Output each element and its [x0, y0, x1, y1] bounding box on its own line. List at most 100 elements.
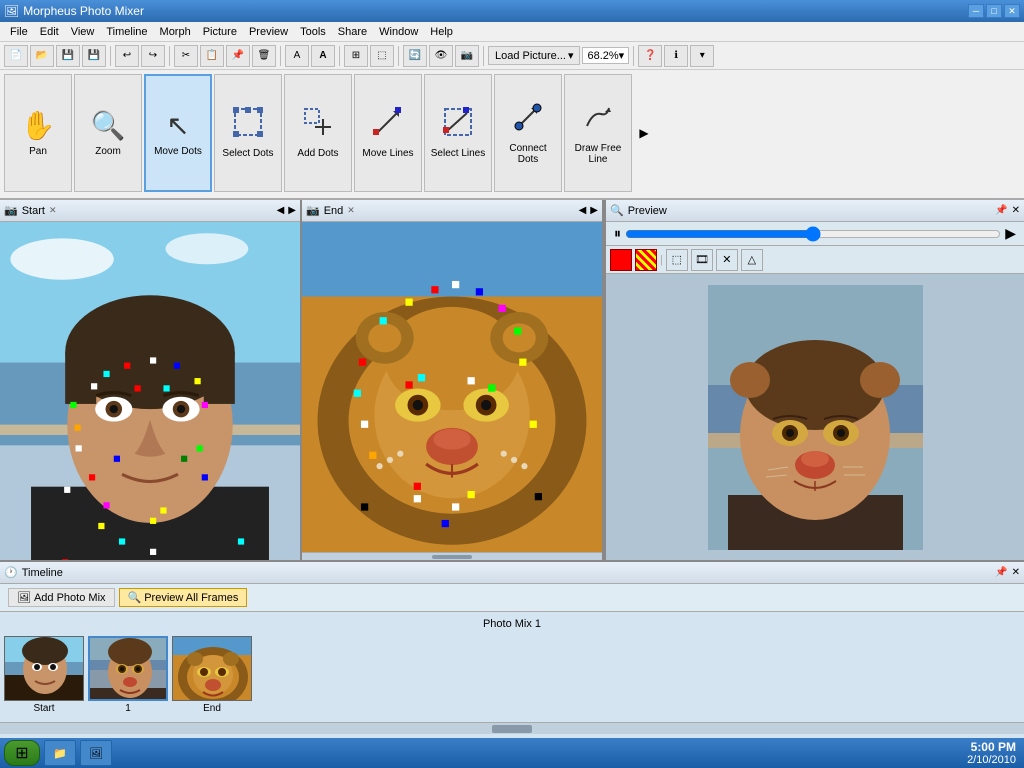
menu-file[interactable]: File — [4, 24, 34, 40]
start-button[interactable]: ⊞ — [4, 740, 40, 766]
end-panel-header: 📷 End ✕ ◀ ▶ — [302, 200, 602, 222]
zoom-value: 68.2% — [587, 50, 618, 62]
paste-button[interactable]: 📌 — [226, 45, 250, 67]
start-panel-prev[interactable]: ◀ — [277, 205, 285, 216]
preview-color-red[interactable] — [610, 249, 632, 271]
select-dots-tool-button[interactable]: Select Dots — [214, 74, 282, 192]
zoom-icon: 🔍 — [91, 109, 126, 142]
redo-button[interactable]: ↪ — [141, 45, 165, 67]
morpheus-taskbar-button[interactable]: 🖼 — [80, 740, 112, 766]
extra-button[interactable]: ▾ — [690, 45, 714, 67]
close-button[interactable]: ✕ — [1004, 4, 1020, 18]
cut-button[interactable]: ✂ — [174, 45, 198, 67]
preview-color-pattern[interactable] — [635, 249, 657, 271]
add-dots-tool-button[interactable]: Add Dots — [284, 74, 352, 192]
move-lines-tool-button[interactable]: Move Lines — [354, 74, 422, 192]
toolbar1: 📄 📂 💾 💾 ↩ ↪ ✂ 📋 📌 🗑 A A ⊞ ⬚ 🔄 👁 📷 Load P… — [0, 42, 1024, 70]
open-button[interactable]: 📂 — [30, 45, 54, 67]
separator-1 — [110, 46, 111, 66]
preview-slider[interactable] — [625, 226, 1001, 242]
end-panel-scroll-thumb[interactable] — [432, 555, 472, 559]
save-as-button[interactable]: 💾 — [82, 45, 106, 67]
preview-play-icon[interactable]: ⏸ — [614, 225, 621, 242]
title-controls: ─ □ ✕ — [968, 4, 1020, 18]
zoom-dropdown-icon[interactable]: ▾ — [619, 49, 625, 62]
move-dots-tool-button[interactable]: ↖ Move Dots — [144, 74, 212, 192]
zoom-label: Zoom — [95, 146, 121, 157]
info-button[interactable]: ℹ — [664, 45, 688, 67]
preview-all-frames-button[interactable]: 🔍 Preview All Frames — [119, 588, 248, 607]
new-button[interactable]: 📄 — [4, 45, 28, 67]
zoom-tool-button[interactable]: 🔍 Zoom — [74, 74, 142, 192]
timeline-close-button[interactable]: ✕ — [1012, 567, 1020, 578]
preview-separator-icon: | — [660, 254, 663, 266]
minimize-button[interactable]: ─ — [968, 4, 984, 18]
delete-button[interactable]: 🗑 — [252, 45, 276, 67]
end-panel-next[interactable]: ▶ — [590, 205, 598, 216]
maximize-button[interactable]: □ — [986, 4, 1002, 18]
load-picture-button[interactable]: Load Picture... ▾ — [488, 46, 580, 65]
end-panel-scrollbar[interactable] — [302, 552, 602, 560]
preview-pin-button[interactable]: 📌 — [995, 205, 1007, 216]
menu-tools[interactable]: Tools — [294, 24, 332, 40]
timeline-scrollbar[interactable] — [0, 722, 1024, 734]
timeline-header: 🕐 Timeline 📌 ✕ — [0, 562, 1024, 584]
select-all-button[interactable]: ⬚ — [370, 45, 394, 67]
connect-dots-tool-button[interactable]: Connect Dots — [494, 74, 562, 192]
file-explorer-button[interactable]: 📁 — [44, 740, 76, 766]
frame-start-thumb[interactable] — [4, 636, 84, 701]
camera-button[interactable]: 📷 — [455, 45, 479, 67]
pan-icon: ✋ — [21, 109, 56, 142]
timeline-toolbar: 🖼 Add Photo Mix 🔍 Preview All Frames — [0, 584, 1024, 612]
windows-logo: ⊞ — [15, 743, 28, 763]
menu-edit[interactable]: Edit — [34, 24, 65, 40]
eye-button[interactable]: 👁 — [429, 45, 453, 67]
preview-title: Preview — [628, 205, 667, 217]
preview-film-icon[interactable]: 🎞 — [691, 249, 713, 271]
start-panel-next[interactable]: ▶ — [288, 205, 296, 216]
preview-play-forward-icon[interactable]: ▶ — [1005, 225, 1016, 242]
preview-delete-icon[interactable]: ✕ — [716, 249, 738, 271]
menu-share[interactable]: Share — [332, 24, 373, 40]
end-panel-prev[interactable]: ◀ — [579, 205, 587, 216]
select-lines-icon — [443, 107, 473, 144]
preview-close-button[interactable]: ✕ — [1012, 205, 1020, 216]
preview-panel: 🔍 Preview 📌 ✕ ⏸ ▶ | ⬚ 🎞 ✕ △ — [604, 200, 1024, 560]
clock-time: 5:00 PM — [971, 740, 1016, 754]
preview-frame-icon[interactable]: ⬚ — [666, 249, 688, 271]
copy-button[interactable]: 📋 — [200, 45, 224, 67]
zoom-display: 68.2% ▾ — [582, 47, 629, 64]
add-photo-mix-button[interactable]: 🖼 Add Photo Mix — [8, 588, 115, 607]
frame-end-thumb[interactable] — [172, 636, 252, 701]
menu-morph[interactable]: Morph — [154, 24, 197, 40]
end-panel-close[interactable]: ✕ — [347, 205, 355, 216]
draw-free-line-tool-button[interactable]: Draw Free Line — [564, 74, 632, 192]
text-button[interactable]: A — [285, 45, 309, 67]
pan-tool-button[interactable]: ✋ Pan — [4, 74, 72, 192]
bold-button[interactable]: A — [311, 45, 335, 67]
undo-button[interactable]: ↩ — [115, 45, 139, 67]
move-lines-label: Move Lines — [362, 148, 413, 159]
menu-picture[interactable]: Picture — [197, 24, 243, 40]
timeline-scroll-thumb[interactable] — [492, 725, 532, 733]
tools-overflow-button[interactable]: ▶ — [634, 74, 654, 192]
menu-preview[interactable]: Preview — [243, 24, 294, 40]
menu-help[interactable]: Help — [424, 24, 459, 40]
end-panel-title: End — [324, 205, 344, 217]
folder-icon: 📁 — [53, 747, 67, 760]
preview-triangle-icon[interactable]: △ — [741, 249, 763, 271]
start-panel-close[interactable]: ✕ — [49, 205, 57, 216]
menu-timeline[interactable]: Timeline — [100, 24, 153, 40]
timeline-pin-button[interactable]: 📌 — [995, 567, 1007, 578]
load-picture-dropdown-icon[interactable]: ▾ — [568, 49, 574, 62]
menu-window[interactable]: Window — [373, 24, 424, 40]
preview-toolbar: | ⬚ 🎞 ✕ △ — [606, 246, 1024, 274]
select-lines-tool-button[interactable]: Select Lines — [424, 74, 492, 192]
help-button[interactable]: ❓ — [638, 45, 662, 67]
menu-view[interactable]: View — [65, 24, 101, 40]
separator-7 — [633, 46, 634, 66]
save-button[interactable]: 💾 — [56, 45, 80, 67]
morph-tool-button[interactable]: 🔄 — [403, 45, 427, 67]
grid-button[interactable]: ⊞ — [344, 45, 368, 67]
frame-1-thumb[interactable] — [88, 636, 168, 701]
